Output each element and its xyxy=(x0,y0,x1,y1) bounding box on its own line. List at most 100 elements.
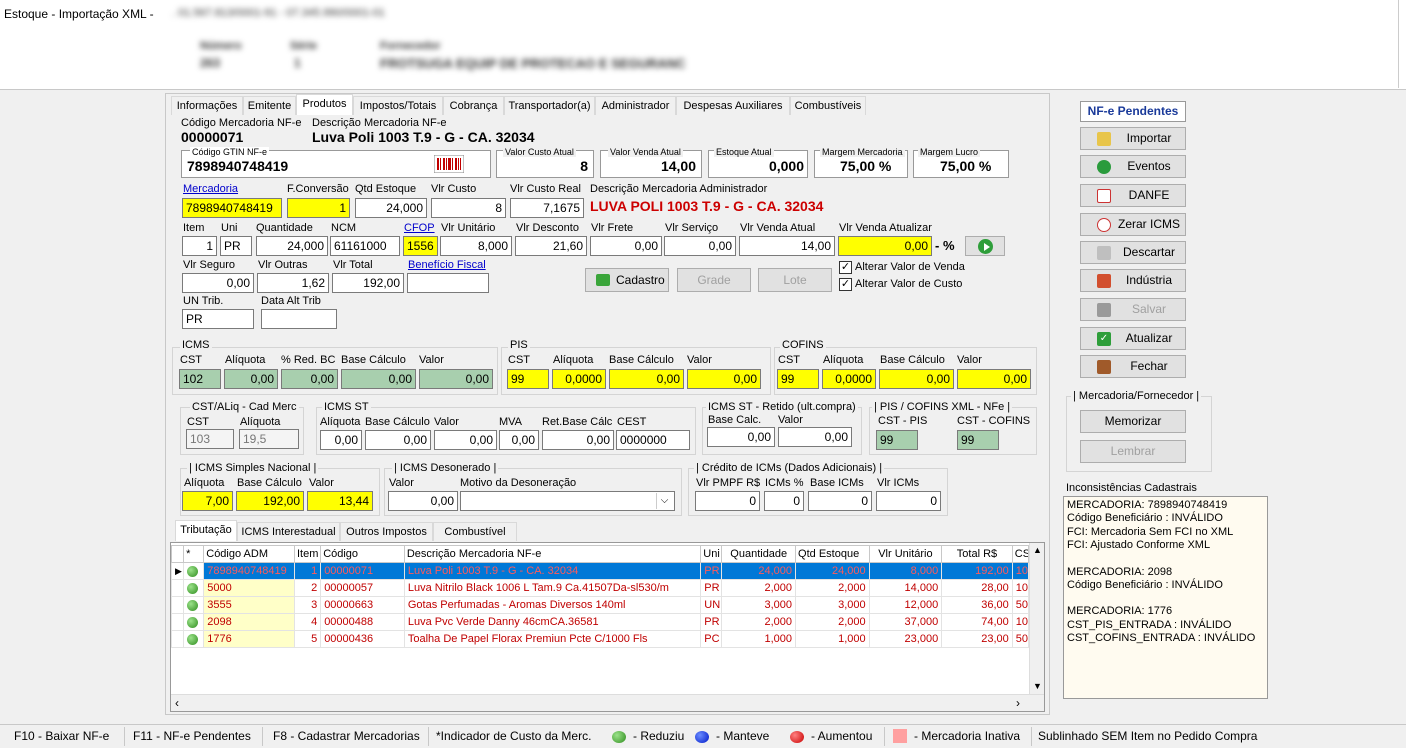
cofins-cst-field[interactable]: 99 xyxy=(777,369,819,389)
icms-st-ret-field[interactable]: 0,00 xyxy=(542,430,614,450)
industria-button[interactable]: Indústria xyxy=(1080,269,1186,292)
cell-cs[interactable]: 50 xyxy=(1011,596,1030,614)
tab-produtos[interactable]: Produtos xyxy=(296,94,353,115)
cell-descricao[interactable]: Luva Nitrilo Black 1006 L Tam.9 Ca.41507… xyxy=(403,579,702,597)
tab-cobranca[interactable]: Cobrança xyxy=(443,96,504,115)
col-star[interactable]: * xyxy=(183,545,205,563)
cell-cs[interactable]: 10 xyxy=(1011,579,1030,597)
cell-uni[interactable]: UN xyxy=(700,596,723,614)
vlr-total-field[interactable]: 192,00 xyxy=(332,273,404,293)
credito-pmpf-field[interactable]: 0 xyxy=(695,491,760,511)
scroll-up-icon[interactable]: ▲ xyxy=(1033,545,1042,555)
vlr-custo-field[interactable]: 8 xyxy=(431,198,506,218)
tab-emitente[interactable]: Emitente xyxy=(243,96,296,115)
col-vlr-unitario[interactable]: Vlr Unitário xyxy=(868,545,943,563)
cell-total[interactable]: 74,00 xyxy=(941,613,1013,631)
vlr-venda-atualizar-field[interactable]: 0,00 xyxy=(838,236,932,256)
barcode-icon[interactable] xyxy=(434,155,464,173)
cell-item[interactable]: 3 xyxy=(293,596,322,614)
table-row[interactable]: 3555 3 00000663 Gotas Perfumadas - Aroma… xyxy=(171,596,1030,614)
cell-descricao[interactable]: Toalha De Papel Florax Premiun Pcte C/10… xyxy=(403,630,702,648)
cell-cs[interactable]: 50 xyxy=(1011,630,1030,648)
qtd-estoque-field[interactable]: 24,000 xyxy=(355,198,427,218)
cell-uni[interactable]: PC xyxy=(700,630,723,648)
icms-st-cest-field[interactable]: 0000000 xyxy=(616,430,690,450)
item-field[interactable]: 1 xyxy=(182,236,217,256)
ncm-field[interactable]: 61161000 xyxy=(330,236,400,256)
tab-combustiveis[interactable]: Combustíveis xyxy=(790,96,866,115)
cell-codigo-adm[interactable]: 5000 xyxy=(203,579,295,597)
tab-administrador[interactable]: Administrador xyxy=(595,96,676,115)
lembrar-button[interactable]: Lembrar xyxy=(1080,440,1186,463)
mercadoria-link[interactable]: Mercadoria xyxy=(183,183,238,195)
cell-uni[interactable]: PR xyxy=(700,579,723,597)
cell-codigo[interactable]: 00000071 xyxy=(320,562,405,580)
beneficio-fiscal-field[interactable] xyxy=(407,273,489,293)
cst-aliq-cst-field[interactable]: 103 xyxy=(186,429,234,449)
icms-st-base-field[interactable]: 0,00 xyxy=(365,430,431,450)
cell-quantidade[interactable]: 24,000 xyxy=(721,562,797,580)
cst-aliq-aliq-field[interactable]: 19,5 xyxy=(239,429,299,449)
cell-quantidade[interactable]: 1,000 xyxy=(721,630,797,648)
col-descricao[interactable]: Descrição Mercadoria NF-e xyxy=(403,545,702,563)
salvar-button[interactable]: Salvar xyxy=(1080,298,1186,321)
retido-val-field[interactable]: 0,00 xyxy=(778,427,852,447)
cadastro-button[interactable]: Cadastro xyxy=(585,268,669,292)
simples-aliq-field[interactable]: 7,00 xyxy=(182,491,233,511)
icms-cst-field[interactable]: 102 xyxy=(179,369,221,389)
eventos-button[interactable]: Eventos xyxy=(1080,155,1186,178)
inconsistencias-textbox[interactable]: MERCADORIA: 7898940748419 Código Benefic… xyxy=(1063,496,1268,699)
lote-button[interactable]: Lote xyxy=(758,268,832,292)
cell-total[interactable]: 192,00 xyxy=(941,562,1013,580)
cell-codigo-adm[interactable]: 2098 xyxy=(203,613,295,631)
status-f11[interactable]: F11 - NF-e Pendentes xyxy=(133,729,251,743)
mercadoria-field[interactable]: 7898940748419 xyxy=(182,198,282,218)
nfe-pendentes-button[interactable]: NF-e Pendentes xyxy=(1080,101,1186,122)
col-cs[interactable]: CS xyxy=(1011,545,1030,563)
col-item[interactable]: Item xyxy=(293,545,322,563)
table-row[interactable]: 1776 5 00000436 Toalha De Papel Florax P… xyxy=(171,630,1030,648)
cell-qtd-estoque[interactable]: 1,000 xyxy=(795,630,870,648)
cell-codigo[interactable]: 00000488 xyxy=(320,613,405,631)
vlr-servico-field[interactable]: 0,00 xyxy=(664,236,736,256)
uni-field[interactable]: PR xyxy=(220,236,252,256)
chevron-down-icon[interactable]: ⌵ xyxy=(656,493,672,509)
cell-codigo-adm[interactable]: 3555 xyxy=(203,596,295,614)
scroll-down-icon[interactable]: ▼ xyxy=(1033,681,1042,691)
pis-base-field[interactable]: 0,00 xyxy=(609,369,684,389)
cell-total[interactable]: 28,00 xyxy=(941,579,1013,597)
cell-item[interactable]: 2 xyxy=(293,579,322,597)
vlr-outras-field[interactable]: 1,62 xyxy=(257,273,329,293)
alterar-custo-checkbox[interactable]: ✓ xyxy=(839,278,852,291)
vlr-custo-real-field[interactable]: 7,1675 xyxy=(510,198,584,218)
cell-qtd-estoque[interactable]: 24,000 xyxy=(795,562,870,580)
cell-vlr-unitario[interactable]: 8,000 xyxy=(868,562,943,580)
cell-codigo[interactable]: 00000663 xyxy=(320,596,405,614)
cell-uni[interactable]: PR xyxy=(700,562,723,580)
cell-quantidade[interactable]: 2,000 xyxy=(721,613,797,631)
cell-total[interactable]: 23,00 xyxy=(941,630,1013,648)
vlr-frete-field[interactable]: 0,00 xyxy=(590,236,662,256)
cell-codigo-adm[interactable]: 1776 xyxy=(203,630,295,648)
cofins-val-field[interactable]: 0,00 xyxy=(957,369,1031,389)
subtab-icms-interestadual[interactable]: ICMS Interestadual xyxy=(237,522,340,541)
grid-vscrollbar[interactable]: ▲ ▼ xyxy=(1029,543,1044,695)
pis-cst-field[interactable]: 99 xyxy=(507,369,549,389)
atualizar-button[interactable]: ✓ Atualizar xyxy=(1080,327,1186,350)
data-alt-trib-field[interactable] xyxy=(261,309,337,329)
pis-val-field[interactable]: 0,00 xyxy=(687,369,761,389)
cell-codigo[interactable]: 00000436 xyxy=(320,630,405,648)
simples-base-field[interactable]: 192,00 xyxy=(236,491,304,511)
cell-item[interactable]: 5 xyxy=(293,630,322,648)
col-total[interactable]: Total R$ xyxy=(941,545,1013,563)
subtab-tributacao[interactable]: Tributação xyxy=(175,520,237,541)
zerar-icms-button[interactable]: Zerar ICMS xyxy=(1080,213,1186,236)
cell-vlr-unitario[interactable]: 23,000 xyxy=(868,630,943,648)
tab-impostos[interactable]: Impostos/Totais xyxy=(353,96,443,115)
apply-price-button[interactable] xyxy=(965,236,1005,256)
cell-vlr-unitario[interactable]: 12,000 xyxy=(868,596,943,614)
icms-st-val-field[interactable]: 0,00 xyxy=(434,430,497,450)
vlr-seguro-field[interactable]: 0,00 xyxy=(182,273,254,293)
icms-base-field[interactable]: 0,00 xyxy=(341,369,416,389)
gtin-value[interactable]: 7898940748419 xyxy=(187,158,288,174)
